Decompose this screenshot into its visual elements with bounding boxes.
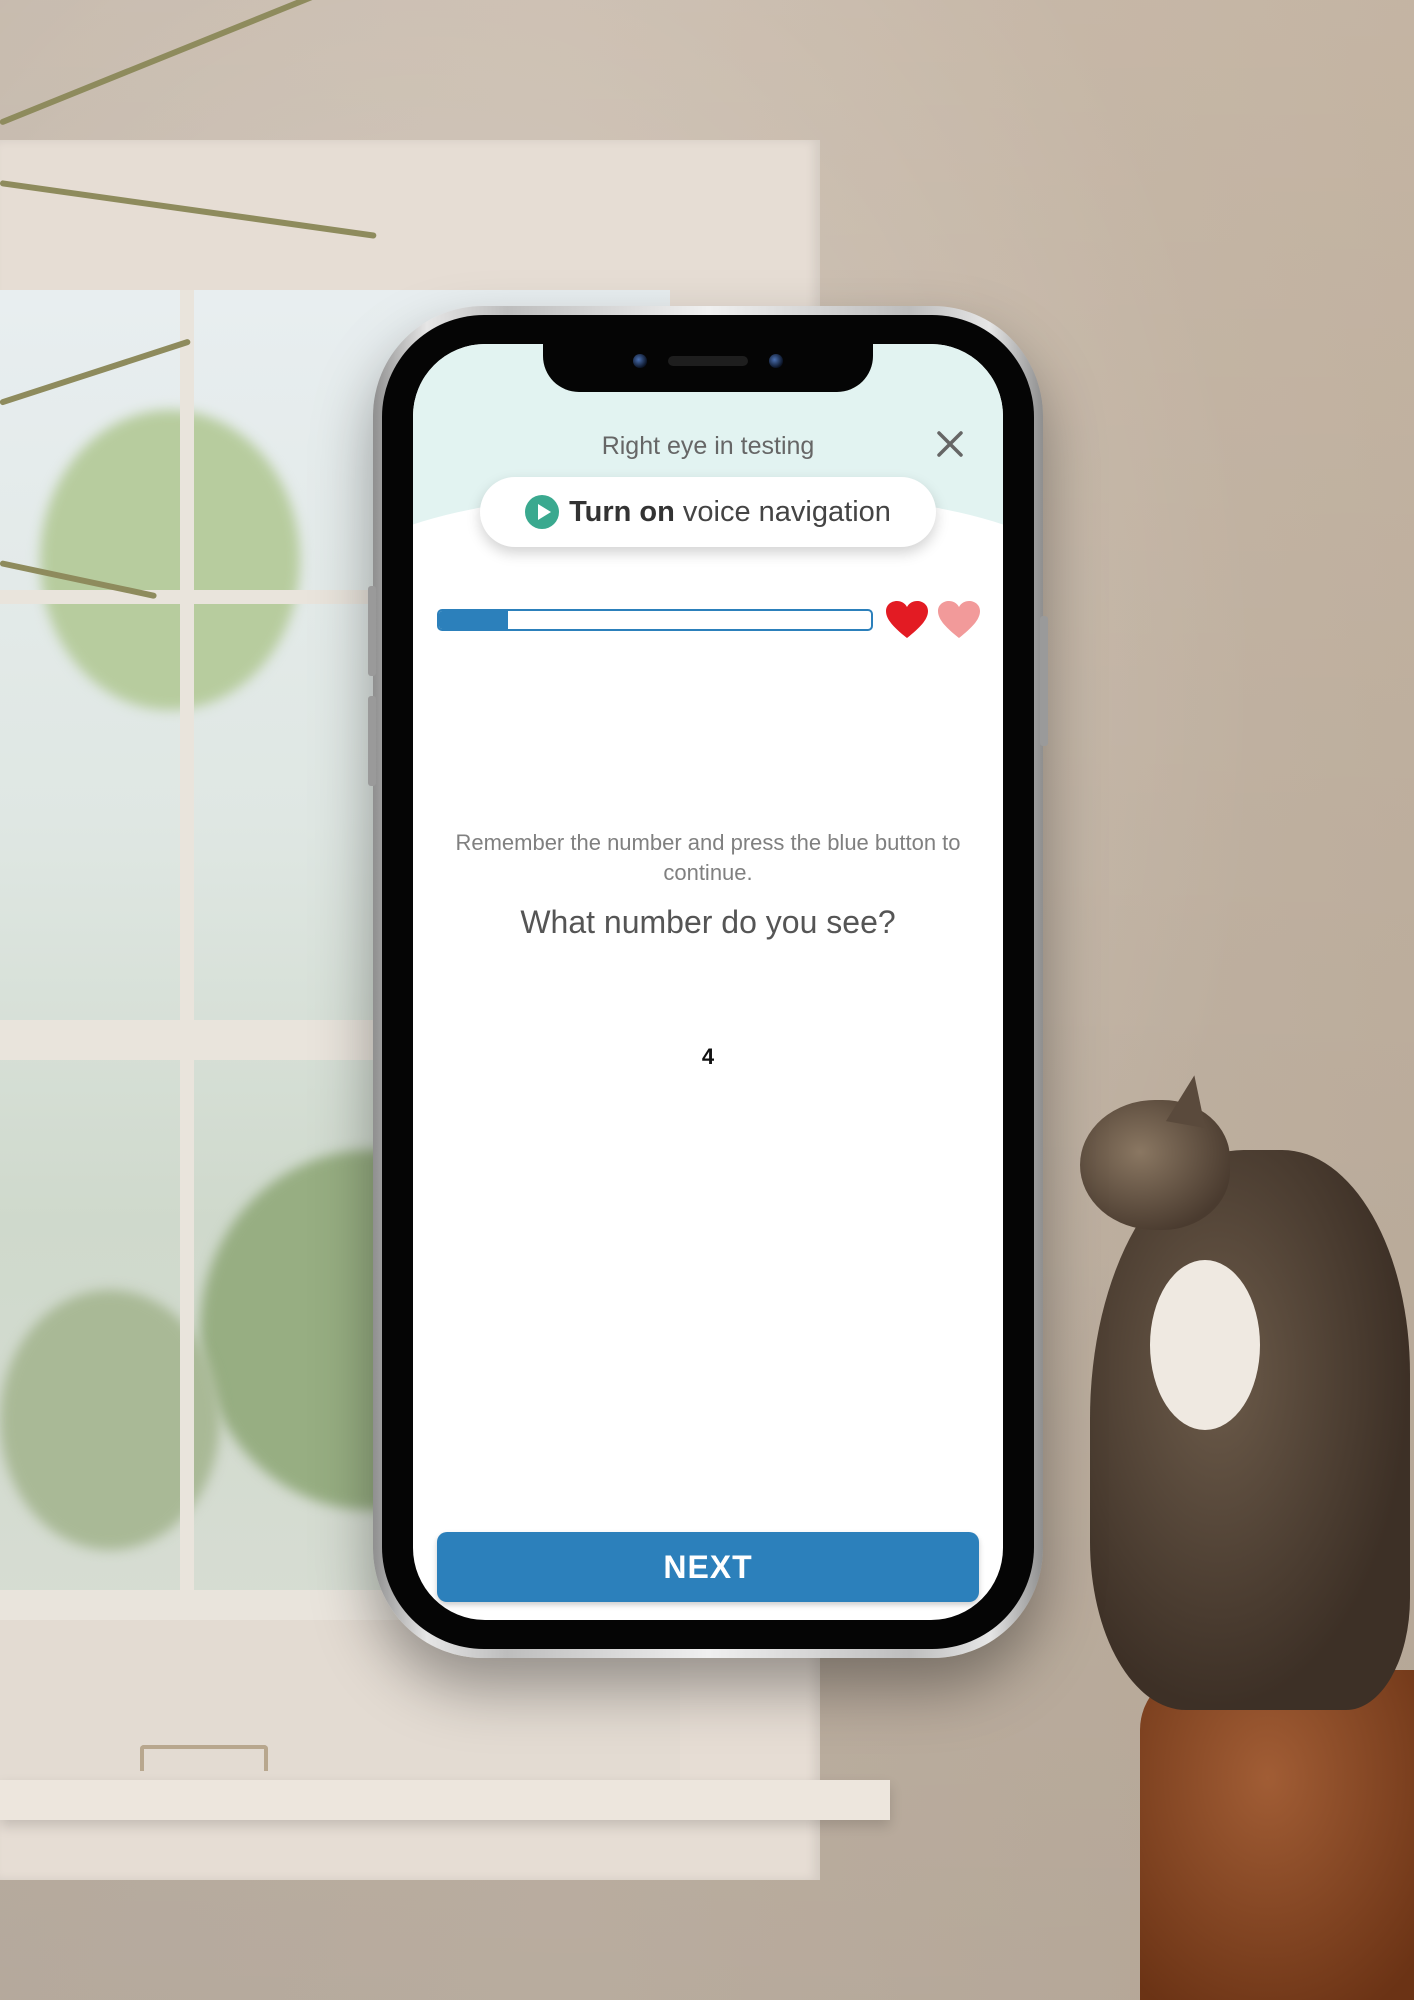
close-icon [937, 431, 963, 457]
instruction-text: Remember the number and press the blue b… [455, 830, 961, 885]
header-title: Right eye in testing [601, 432, 815, 460]
volume-down-button [368, 696, 376, 786]
voice-navigation-label: Turn on voice navigation [569, 495, 891, 528]
phone-mockup: Right eye in testing Turn on voice navig… [368, 306, 1048, 1658]
heart-empty-icon [938, 601, 980, 638]
question-text: What number do you see? [520, 904, 896, 940]
camera-icon [633, 354, 647, 368]
progress-fill [439, 611, 509, 629]
next-button[interactable]: NEXT [437, 1532, 979, 1602]
volume-up-button [368, 586, 376, 676]
power-button [1040, 616, 1048, 746]
test-progress-bar [437, 609, 873, 631]
window-sill [0, 1780, 890, 1820]
close-button[interactable] [933, 427, 967, 461]
leather-chair [1140, 1670, 1414, 2000]
heart-full-icon [886, 601, 928, 638]
notch [543, 344, 873, 392]
voice-navigation-button[interactable]: Turn on voice navigation [480, 477, 936, 547]
app-screen: Right eye in testing Turn on voice navig… [413, 344, 1003, 1620]
window-handle [140, 1745, 268, 1771]
test-number: 4 [701, 1044, 715, 1069]
play-icon [525, 495, 560, 529]
speaker-grille [668, 356, 748, 366]
sensor-icon [769, 354, 783, 368]
cat [1090, 1150, 1410, 1710]
